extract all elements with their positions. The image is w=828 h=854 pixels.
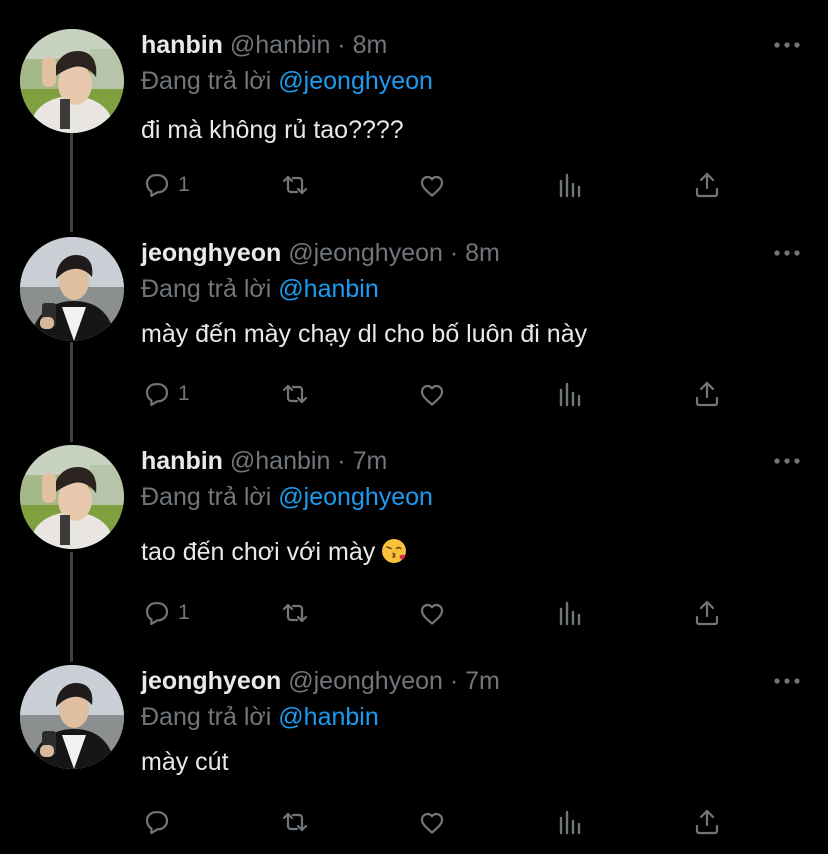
kissing-face-emoji (381, 538, 408, 564)
tweet-text: tao đến chơi với mày (141, 535, 408, 569)
timestamp[interactable]: 8m (353, 31, 388, 59)
display-name[interactable]: jeonghyeon (141, 239, 281, 267)
replying-to-label: Đang trả lời (141, 483, 272, 511)
replying-to-label: Đang trả lời (141, 67, 272, 95)
retweet-icon (280, 598, 310, 628)
mention-link[interactable]: @hanbin (278, 275, 378, 303)
share-button[interactable] (692, 802, 722, 842)
views-button[interactable] (555, 165, 585, 205)
tweet-text: mày đến mày chạy dl cho bố luôn đi này (141, 320, 588, 348)
views-icon (555, 379, 585, 409)
user-handle[interactable]: @jeonghyeon (288, 239, 443, 267)
replying-to: Đang trả lời @jeonghyeon (141, 65, 433, 97)
retweet-icon (280, 170, 310, 200)
share-icon (692, 379, 722, 409)
tweet-header: jeonghyeon @jeonghyeon · 7m (141, 665, 500, 697)
share-icon (692, 598, 722, 628)
avatar[interactable] (20, 29, 124, 133)
display-name[interactable]: hanbin (141, 31, 223, 59)
more-icon[interactable] (772, 245, 802, 261)
avatar[interactable] (20, 445, 124, 549)
tweet-text: đi mà không rủ tao???? (141, 116, 404, 144)
tweet-text: mày cút (141, 748, 229, 776)
share-button[interactable] (692, 374, 722, 414)
timestamp[interactable]: 7m (465, 667, 500, 695)
action-bar (0, 802, 828, 842)
retweet-icon (280, 807, 310, 837)
views-button[interactable] (555, 802, 585, 842)
like-button[interactable] (417, 802, 447, 842)
views-icon (555, 598, 585, 628)
reply-icon (142, 170, 172, 200)
like-button[interactable] (417, 593, 447, 633)
user-handle[interactable]: @hanbin (230, 447, 330, 475)
tweet-header: hanbin @hanbin · 8m (141, 29, 387, 61)
like-icon (417, 379, 447, 409)
reply-icon (142, 598, 172, 628)
action-bar: 1 (0, 374, 828, 414)
reply-count: 1 (178, 382, 190, 405)
avatar[interactable] (20, 237, 124, 341)
like-icon (417, 807, 447, 837)
reply-count: 1 (178, 601, 190, 624)
action-bar: 1 (0, 165, 828, 205)
separator-dot: · (337, 31, 346, 59)
retweet-button[interactable] (280, 593, 310, 633)
replying-to-label: Đang trả lời (141, 703, 272, 731)
reply-count: 1 (178, 173, 190, 196)
avatar[interactable] (20, 665, 124, 769)
retweet-button[interactable] (280, 802, 310, 842)
like-button[interactable] (417, 165, 447, 205)
more-icon[interactable] (772, 673, 802, 689)
retweet-button[interactable] (280, 374, 310, 414)
user-handle[interactable]: @hanbin (230, 31, 330, 59)
reply-icon (142, 807, 172, 837)
share-button[interactable] (692, 593, 722, 633)
separator-dot: · (449, 239, 459, 267)
reply-button[interactable]: 1 (142, 593, 190, 633)
like-icon (417, 598, 447, 628)
replying-to: Đang trả lời @jeonghyeon (141, 481, 433, 513)
replying-to: Đang trả lời @hanbin (141, 701, 379, 733)
mention-link[interactable]: @hanbin (278, 703, 378, 731)
timestamp[interactable]: 7m (353, 447, 388, 475)
separator-dot: · (337, 447, 346, 475)
views-button[interactable] (555, 593, 585, 633)
more-icon[interactable] (772, 37, 802, 53)
action-bar: 1 (0, 593, 828, 633)
like-button[interactable] (417, 374, 447, 414)
display-name[interactable]: jeonghyeon (141, 667, 281, 695)
tweet-text-content: tao đến chơi với mày (141, 538, 376, 566)
tweet-header: jeonghyeon @jeonghyeon · 8m (141, 237, 500, 269)
share-button[interactable] (692, 165, 722, 205)
more-icon[interactable] (772, 453, 802, 469)
views-icon (555, 170, 585, 200)
separator-dot: · (449, 667, 459, 695)
reply-button[interactable]: 1 (142, 374, 190, 414)
user-handle[interactable]: @jeonghyeon (288, 667, 443, 695)
share-icon (692, 807, 722, 837)
replying-to-label: Đang trả lời (141, 275, 272, 303)
tweet-header: hanbin @hanbin · 7m (141, 445, 387, 477)
timestamp[interactable]: 8m (465, 239, 500, 267)
replying-to: Đang trả lời @hanbin (141, 273, 379, 305)
views-button[interactable] (555, 374, 585, 414)
mention-link[interactable]: @jeonghyeon (278, 67, 433, 95)
reply-button[interactable] (142, 802, 172, 842)
reply-button[interactable]: 1 (142, 165, 190, 205)
like-icon (417, 170, 447, 200)
retweet-icon (280, 379, 310, 409)
share-icon (692, 170, 722, 200)
display-name[interactable]: hanbin (141, 447, 223, 475)
mention-link[interactable]: @jeonghyeon (278, 483, 433, 511)
views-icon (555, 807, 585, 837)
reply-icon (142, 379, 172, 409)
retweet-button[interactable] (280, 165, 310, 205)
